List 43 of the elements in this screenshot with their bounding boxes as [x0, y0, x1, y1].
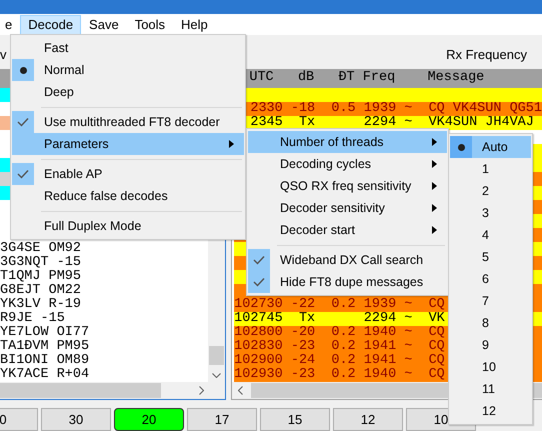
menu-item[interactable]: 1 [450, 158, 531, 180]
menu-item[interactable]: 3 [450, 202, 531, 224]
band-button[interactable]: 12 [333, 408, 403, 431]
menu-item[interactable]: Decoding cycles [248, 153, 447, 175]
menu-item[interactable]: Fast [12, 37, 244, 59]
menu-item[interactable]: 6 [450, 268, 531, 290]
band-button[interactable]: 15 [260, 408, 330, 431]
menu-item[interactable]: Wideband DX Call search [248, 249, 447, 271]
menu-item[interactable]: Decoder start [248, 219, 447, 241]
menu-item[interactable]: QSO RX freq sensitivity [248, 175, 447, 197]
band-button[interactable]: 20 [114, 408, 184, 431]
panel-title: Rx Frequency [446, 46, 527, 64]
menu-bar-item[interactable]: Save [81, 14, 127, 34]
menu-bar-item[interactable]: e [0, 14, 20, 34]
scroll-down-icon[interactable] [212, 373, 222, 378]
scrollbar-thumb[interactable] [0, 383, 161, 398]
submenu-arrow-icon [432, 160, 437, 168]
submenu-arrow-icon [229, 140, 234, 148]
menu-item[interactable]: Hide FT8 dupe messages [248, 271, 447, 293]
menu-item[interactable]: Decoder sensitivity [248, 197, 447, 219]
menu-item[interactable]: 4 [450, 224, 531, 246]
band-button[interactable]: 30 [41, 408, 111, 431]
submenu-arrow-icon [432, 182, 437, 190]
menu-item[interactable]: Number of threads [248, 131, 447, 153]
band-button[interactable]: 17 [187, 408, 257, 431]
band-button[interactable]: 0 [0, 408, 38, 431]
menu-bar-item[interactable]: Decode [20, 14, 82, 34]
menu-bar-item[interactable]: Help [173, 14, 216, 34]
menu-item[interactable]: 5 [450, 246, 531, 268]
scroll-left-icon[interactable] [238, 386, 244, 395]
submenu-arrow-icon [432, 138, 437, 146]
menu-item[interactable]: Full Duplex Mode [12, 215, 244, 237]
menu-item[interactable]: Auto [450, 136, 531, 158]
scroll-right-icon[interactable] [199, 386, 204, 395]
menu-item[interactable]: Reduce false decodes [12, 185, 244, 207]
menu-item[interactable]: Parameters [12, 133, 244, 155]
submenu-arrow-icon [432, 226, 437, 234]
menu-bar-item[interactable]: Tools [126, 14, 174, 34]
menu-item[interactable]: 2 [450, 180, 531, 202]
scrollbar-thumb[interactable] [209, 346, 224, 365]
submenu-arrow-icon [432, 204, 437, 212]
panel-title: v [0, 46, 6, 64]
menu-item[interactable]: Enable AP [12, 163, 244, 185]
